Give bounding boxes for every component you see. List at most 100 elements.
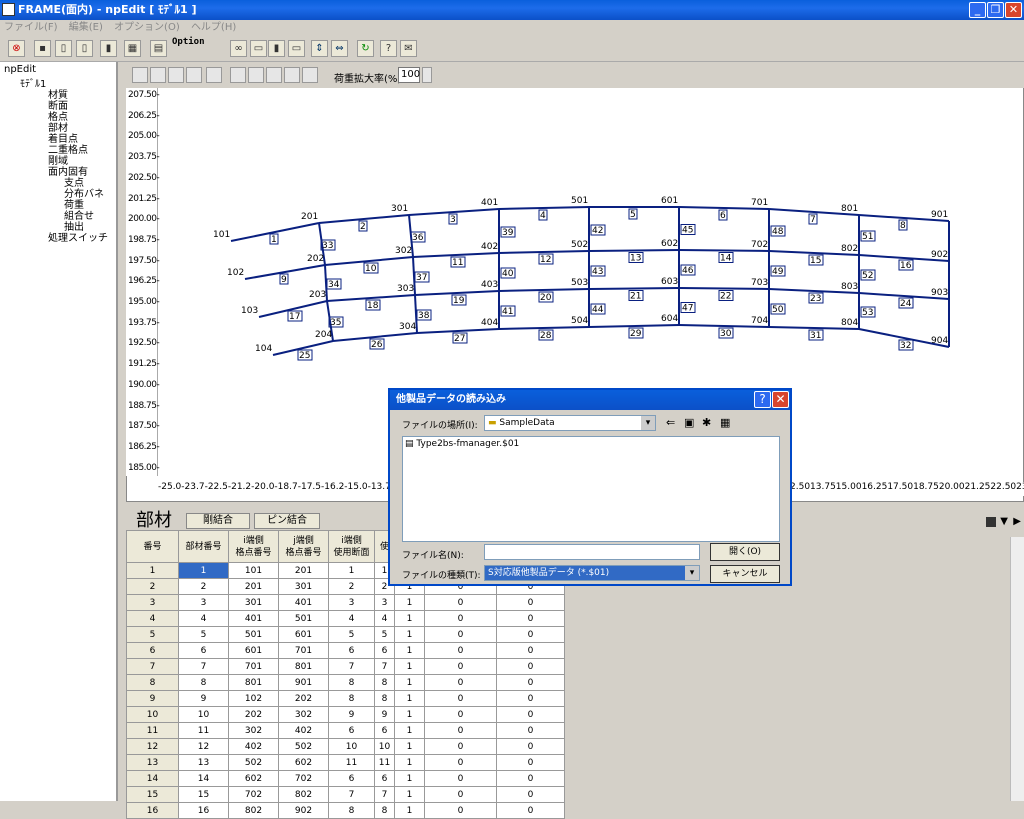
help-icon[interactable]: ? bbox=[380, 40, 397, 57]
table-cell[interactable]: 401 bbox=[278, 594, 329, 611]
table-cell[interactable]: 9 bbox=[178, 690, 229, 707]
menu-help[interactable]: ヘルプ(H) bbox=[191, 22, 236, 33]
table-cell[interactable]: 2 bbox=[178, 578, 229, 595]
load-scale-input[interactable]: 100 bbox=[398, 67, 420, 83]
table-cell[interactable]: 4 bbox=[178, 610, 229, 627]
frame-member[interactable] bbox=[588, 249, 680, 252]
table-cell[interactable]: 7 bbox=[374, 658, 395, 675]
column-header[interactable]: i端側 使用断面 bbox=[328, 530, 375, 563]
table-cell[interactable]: 0 bbox=[496, 594, 565, 611]
monitor-icon[interactable]: ▭ bbox=[288, 40, 305, 57]
binoculars-icon[interactable] bbox=[266, 67, 282, 83]
table-cell[interactable]: 1 bbox=[394, 610, 425, 627]
document-icon[interactable]: ▯ bbox=[55, 40, 72, 57]
new-folder-icon[interactable]: ✱ bbox=[702, 416, 711, 429]
table-cell[interactable]: 301 bbox=[278, 578, 329, 595]
filetype-dropdown-icon[interactable]: ▾ bbox=[685, 566, 699, 580]
table-cell[interactable]: 9 bbox=[374, 706, 395, 723]
table-cell[interactable]: 201 bbox=[228, 578, 279, 595]
table-cell[interactable]: 0 bbox=[424, 674, 497, 691]
table-cell[interactable]: 0 bbox=[496, 690, 565, 707]
trash-icon[interactable]: ▮ bbox=[100, 40, 117, 57]
table-cell[interactable]: 12 bbox=[178, 738, 229, 755]
table-cell[interactable]: 11 bbox=[328, 754, 375, 771]
close-button[interactable]: ✕ bbox=[1005, 2, 1022, 18]
table-cell[interactable]: 0 bbox=[424, 690, 497, 707]
table-cell[interactable]: 15 bbox=[178, 786, 229, 803]
load-icon[interactable] bbox=[248, 67, 264, 83]
table-cell[interactable]: 801 bbox=[228, 674, 279, 691]
support-icon[interactable] bbox=[230, 67, 246, 83]
table-cell[interactable]: 6 bbox=[374, 770, 395, 787]
look-in-select[interactable]: ▬ SampleData ▾ bbox=[484, 415, 656, 431]
table-cell[interactable]: 0 bbox=[424, 658, 497, 675]
table-cell[interactable]: 1 bbox=[394, 594, 425, 611]
table-cell[interactable]: 8 bbox=[126, 674, 179, 691]
table-cell[interactable]: 802 bbox=[228, 802, 279, 819]
zoom-fit-icon[interactable] bbox=[168, 67, 184, 83]
table-cell[interactable]: 701 bbox=[278, 642, 329, 659]
view-menu-icon[interactable]: ▦ bbox=[720, 416, 730, 429]
open-button[interactable]: 開く(O) bbox=[710, 543, 780, 561]
menu-file[interactable]: ファイル(F) bbox=[4, 22, 58, 33]
table-row[interactable]: 14 14 602 702 6 6 1 0 0 bbox=[126, 770, 565, 787]
table-cell[interactable]: 0 bbox=[496, 706, 565, 723]
table-row[interactable]: 4 4 401 501 4 4 1 0 0 bbox=[126, 610, 565, 627]
rigid-joint-tab[interactable]: 剛結合 bbox=[186, 513, 250, 529]
table-cell[interactable]: 501 bbox=[228, 626, 279, 643]
file-item[interactable]: ▤ Type2bs-fmanager.$01 bbox=[405, 439, 519, 449]
table-cell[interactable]: 0 bbox=[424, 706, 497, 723]
table-cell[interactable]: 601 bbox=[228, 642, 279, 659]
stop-square-icon[interactable] bbox=[986, 517, 996, 527]
table-cell[interactable]: 7 bbox=[126, 658, 179, 675]
column-header[interactable]: i端側 格点番号 bbox=[228, 530, 279, 563]
column-header[interactable]: 部材番号 bbox=[178, 530, 229, 563]
back-icon[interactable]: ⇐ bbox=[666, 416, 675, 429]
menu-edit[interactable]: 編集(E) bbox=[69, 22, 103, 33]
table-cell[interactable]: 0 bbox=[496, 610, 565, 627]
table-row[interactable]: 8 8 801 901 8 8 1 0 0 bbox=[126, 674, 565, 691]
table-cell[interactable]: 6 bbox=[374, 642, 395, 659]
table-cell[interactable]: 0 bbox=[424, 594, 497, 611]
table-cell[interactable]: 0 bbox=[496, 770, 565, 787]
table-cell[interactable]: 0 bbox=[424, 722, 497, 739]
table-cell[interactable]: 1 bbox=[394, 658, 425, 675]
table-cell[interactable]: 502 bbox=[278, 738, 329, 755]
filename-input[interactable] bbox=[484, 544, 700, 560]
frame-member[interactable] bbox=[414, 290, 500, 296]
fit-vertical-icon[interactable]: ⇕ bbox=[311, 40, 328, 57]
table-cell[interactable]: 0 bbox=[424, 738, 497, 755]
table-cell[interactable]: 801 bbox=[278, 658, 329, 675]
table-cell[interactable]: 5 bbox=[178, 626, 229, 643]
table-cell[interactable]: 0 bbox=[496, 786, 565, 803]
table-cell[interactable]: 14 bbox=[126, 770, 179, 787]
panel-scrollbar[interactable] bbox=[1010, 537, 1024, 801]
table-cell[interactable]: 0 bbox=[424, 802, 497, 819]
frame-member[interactable] bbox=[588, 287, 680, 290]
zoom-in-icon[interactable] bbox=[132, 67, 148, 83]
table-cell[interactable]: 13 bbox=[178, 754, 229, 771]
table-row[interactable]: 11 11 302 402 6 6 1 0 0 bbox=[126, 722, 565, 739]
table-cell[interactable]: 0 bbox=[424, 626, 497, 643]
table-cell[interactable]: 702 bbox=[228, 786, 279, 803]
table-cell[interactable]: 202 bbox=[278, 690, 329, 707]
tree-item[interactable]: 処理スイッチ bbox=[48, 229, 108, 244]
frame-member[interactable] bbox=[498, 288, 590, 292]
table-cell[interactable]: 4 bbox=[328, 610, 375, 627]
table-cell[interactable]: 10 bbox=[126, 706, 179, 723]
table-cell[interactable]: 6 bbox=[328, 770, 375, 787]
table-cell[interactable]: 5 bbox=[328, 626, 375, 643]
table-cell[interactable]: 302 bbox=[278, 706, 329, 723]
tree-root[interactable]: npEdit bbox=[4, 64, 36, 75]
table-cell[interactable]: 1 bbox=[394, 690, 425, 707]
save-icon[interactable]: ▪ bbox=[34, 40, 51, 57]
table-cell[interactable]: 902 bbox=[278, 802, 329, 819]
table-cell[interactable]: 6 bbox=[328, 642, 375, 659]
table-cell[interactable]: 10 bbox=[374, 738, 395, 755]
table-cell[interactable]: 1 bbox=[328, 562, 375, 579]
document-copy-icon[interactable]: ▯ bbox=[76, 40, 93, 57]
table-cell[interactable]: 2 bbox=[126, 578, 179, 595]
table-cell[interactable]: 0 bbox=[496, 626, 565, 643]
table-cell[interactable]: 7 bbox=[374, 786, 395, 803]
table-cell[interactable]: 5 bbox=[126, 626, 179, 643]
